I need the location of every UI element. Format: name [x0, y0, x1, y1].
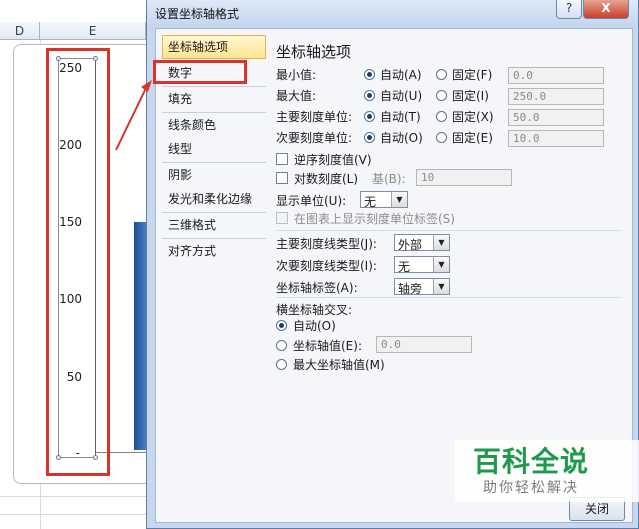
nav-item-line-style[interactable]: 线型 — [162, 137, 266, 161]
major-auto-label[interactable]: 自动(T) — [380, 108, 421, 125]
max-auto-label[interactable]: 自动(U) — [380, 87, 422, 104]
nav-item-3d-format[interactable]: 三维格式 — [162, 213, 266, 237]
chevron-down-icon[interactable]: ▼ — [433, 235, 449, 250]
major-fixed-label[interactable]: 固定(X) — [452, 108, 494, 125]
display-units-label: 显示单位(U): — [276, 194, 347, 208]
minor-fixed-radio[interactable] — [436, 132, 447, 143]
cross-value-label[interactable]: 坐标轴值(E): — [293, 337, 362, 354]
column-header-row: D E — [0, 22, 150, 40]
annotation-frame-axis — [46, 48, 110, 476]
dialog-title: 设置坐标轴格式 — [155, 7, 240, 21]
show-units-checkbox[interactable] — [276, 212, 288, 224]
group-separator — [276, 230, 621, 231]
column-header-e[interactable]: E — [40, 22, 146, 40]
minor-auto-label[interactable]: 自动(O) — [380, 129, 423, 146]
nav-item-line-color[interactable]: 线条颜色 — [162, 113, 266, 137]
major-tick-type-select[interactable]: 外部 ▼ — [394, 234, 450, 252]
major-tick-type-value: 外部 — [398, 238, 423, 252]
max-value-label: 最大值: — [276, 89, 317, 103]
minor-auto-radio[interactable] — [364, 132, 375, 143]
close-icon[interactable]: X — [583, 0, 629, 19]
log-base-label: 基(B): — [372, 172, 406, 186]
cross-max-radio[interactable] — [276, 359, 287, 370]
reverse-order-label[interactable]: 逆序刻度值(V) — [294, 151, 372, 168]
axis-labels-value: 轴旁 — [398, 282, 423, 296]
panel-title: 坐标轴选项 — [276, 43, 352, 61]
column-header-d[interactable]: D — [0, 22, 40, 40]
log-scale-checkbox[interactable] — [276, 172, 288, 184]
nav-item-axis-options[interactable]: 坐标轴选项 — [162, 35, 266, 59]
cross-auto-label[interactable]: 自动(O) — [293, 317, 336, 334]
min-fixed-radio[interactable] — [436, 69, 447, 80]
watermark-subtitle: 助你轻松解决 — [483, 480, 579, 496]
min-value-field[interactable]: 0.0 — [508, 67, 604, 84]
show-units-label: 在图表上显示刻度单位标签(S) — [294, 212, 455, 226]
min-auto-radio[interactable] — [364, 69, 375, 80]
max-fixed-radio[interactable] — [436, 90, 447, 101]
chevron-down-icon[interactable]: ▼ — [433, 279, 449, 294]
major-auto-radio[interactable] — [364, 111, 375, 122]
minor-unit-label: 次要刻度单位: — [276, 131, 353, 145]
max-auto-radio[interactable] — [364, 90, 375, 101]
cross-value-field[interactable]: 0.0 — [376, 336, 472, 353]
cross-value-radio[interactable] — [276, 340, 287, 351]
grid-line — [0, 496, 150, 497]
nav-item-fill[interactable]: 填充 — [162, 87, 266, 111]
axis-labels-label: 坐标轴标签(A): — [276, 281, 358, 295]
log-scale-label[interactable]: 对数刻度(L) — [294, 170, 358, 187]
dialog-titlebar[interactable]: 设置坐标轴格式 ? X — [147, 0, 638, 26]
help-button[interactable]: ? — [556, 0, 582, 19]
chevron-down-icon[interactable]: ▼ — [391, 192, 407, 207]
nav-item-shadow[interactable]: 阴影 — [162, 163, 266, 187]
major-fixed-radio[interactable] — [436, 111, 447, 122]
minor-fixed-label[interactable]: 固定(E) — [452, 129, 493, 146]
major-tick-type-label: 主要刻度线类型(J): — [276, 237, 377, 251]
watermark-title: 百科全说 — [473, 445, 590, 478]
group-separator — [276, 297, 621, 298]
minor-unit-field[interactable]: 10.0 — [508, 130, 604, 147]
min-fixed-label[interactable]: 固定(F) — [452, 66, 492, 83]
min-value-label: 最小值: — [276, 68, 317, 82]
cross-max-label[interactable]: 最大坐标轴值(M) — [293, 356, 385, 373]
major-unit-field[interactable]: 50.0 — [508, 109, 604, 126]
reverse-order-checkbox[interactable] — [276, 153, 288, 165]
log-base-field[interactable]: 10 — [416, 169, 512, 186]
grid-line — [0, 514, 150, 515]
horizontal-axis-crosses-label: 横坐标轴交叉: — [276, 303, 353, 317]
max-fixed-label[interactable]: 固定(I) — [452, 87, 489, 104]
min-auto-label[interactable]: 自动(A) — [380, 66, 422, 83]
nav-item-glow-soft-edges[interactable]: 发光和柔化边缘 — [162, 187, 266, 211]
display-units-value: 无 — [364, 195, 377, 209]
chevron-down-icon[interactable]: ▼ — [433, 257, 449, 272]
nav-item-alignment[interactable]: 对齐方式 — [162, 239, 266, 263]
cross-auto-radio[interactable] — [276, 320, 287, 331]
max-value-field[interactable]: 250.0 — [508, 88, 604, 105]
display-units-select[interactable]: 无 ▼ — [360, 191, 408, 209]
minor-tick-type-value: 无 — [398, 260, 411, 274]
major-unit-label: 主要刻度单位: — [276, 110, 353, 124]
minor-tick-type-select[interactable]: 无 ▼ — [394, 256, 450, 274]
minor-tick-type-label: 次要刻度线类型(I): — [276, 259, 377, 273]
annotation-frame-number — [153, 60, 247, 84]
axis-labels-select[interactable]: 轴旁 ▼ — [394, 278, 450, 296]
